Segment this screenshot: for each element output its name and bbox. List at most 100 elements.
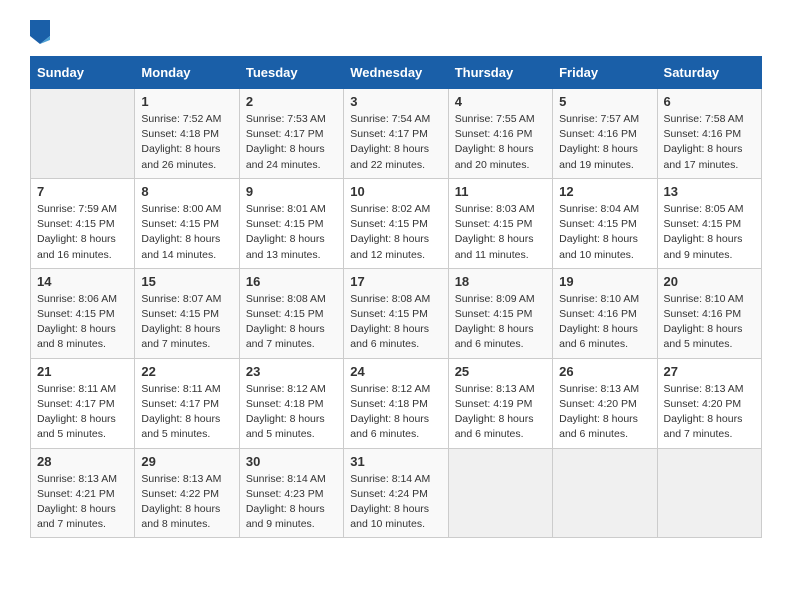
day-number: 31 — [350, 454, 441, 469]
calendar-cell: 17 Sunrise: 8:08 AMSunset: 4:15 PMDayligh… — [344, 268, 448, 358]
day-info: Sunrise: 7:57 AMSunset: 4:16 PMDaylight:… — [559, 112, 650, 173]
day-info: Sunrise: 8:07 AMSunset: 4:15 PMDaylight:… — [141, 292, 232, 353]
day-number: 26 — [559, 364, 650, 379]
calendar-week-row: 21 Sunrise: 8:11 AMSunset: 4:17 PMDayligh… — [31, 358, 762, 448]
day-info: Sunrise: 8:11 AMSunset: 4:17 PMDaylight:… — [141, 382, 232, 443]
day-info: Sunrise: 8:08 AMSunset: 4:15 PMDaylight:… — [246, 292, 337, 353]
day-number: 4 — [455, 94, 546, 109]
calendar-cell: 14 Sunrise: 8:06 AMSunset: 4:15 PMDayligh… — [31, 268, 135, 358]
day-info: Sunrise: 8:10 AMSunset: 4:16 PMDaylight:… — [559, 292, 650, 353]
day-number: 22 — [141, 364, 232, 379]
calendar-cell: 9Sunrise: 8:01 AMSunset: 4:15 PMDaylight… — [239, 178, 343, 268]
day-info: Sunrise: 8:12 AMSunset: 4:18 PMDaylight:… — [246, 382, 337, 443]
calendar-cell — [31, 89, 135, 179]
calendar-cell: 11 Sunrise: 8:03 AMSunset: 4:15 PMDayligh… — [448, 178, 552, 268]
calendar-cell: 6 Sunrise: 7:58 AMSunset: 4:16 PMDaylight… — [657, 89, 761, 179]
calendar-cell: 27 Sunrise: 8:13 AMSunset: 4:20 PMDayligh… — [657, 358, 761, 448]
calendar-cell: 31 Sunrise: 8:14 AMSunset: 4:24 PMDayligh… — [344, 448, 448, 538]
day-number: 11 — [455, 184, 546, 199]
calendar-cell: 19Sunrise: 8:10 AMSunset: 4:16 PMDayligh… — [553, 268, 657, 358]
day-info: Sunrise: 8:13 AMSunset: 4:21 PMDaylight:… — [37, 472, 128, 533]
day-number: 12 — [559, 184, 650, 199]
day-number: 8 — [141, 184, 232, 199]
day-number: 30 — [246, 454, 337, 469]
page-header — [30, 20, 762, 46]
day-info: Sunrise: 7:59 AMSunset: 4:15 PMDaylight:… — [37, 202, 128, 263]
day-number: 20 — [664, 274, 755, 289]
day-header-sunday: Sunday — [31, 57, 135, 89]
day-info: Sunrise: 7:52 AMSunset: 4:18 PMDaylight:… — [141, 112, 232, 173]
day-number: 5 — [559, 94, 650, 109]
day-number: 14 — [37, 274, 128, 289]
day-number: 27 — [664, 364, 755, 379]
day-header-monday: Monday — [135, 57, 239, 89]
day-info: Sunrise: 7:55 AMSunset: 4:16 PMDaylight:… — [455, 112, 546, 173]
day-info: Sunrise: 8:09 AMSunset: 4:15 PMDaylight:… — [455, 292, 546, 353]
day-number: 17 — [350, 274, 441, 289]
day-info: Sunrise: 8:14 AMSunset: 4:23 PMDaylight:… — [246, 472, 337, 533]
logo-icon — [30, 20, 50, 44]
calendar-week-row: 7 Sunrise: 7:59 AMSunset: 4:15 PMDaylight… — [31, 178, 762, 268]
day-number: 6 — [664, 94, 755, 109]
day-header-wednesday: Wednesday — [344, 57, 448, 89]
calendar-cell: 28 Sunrise: 8:13 AMSunset: 4:21 PMDayligh… — [31, 448, 135, 538]
calendar-cell: 24 Sunrise: 8:12 AMSunset: 4:18 PMDayligh… — [344, 358, 448, 448]
calendar-week-row: 28 Sunrise: 8:13 AMSunset: 4:21 PMDayligh… — [31, 448, 762, 538]
day-info: Sunrise: 8:05 AMSunset: 4:15 PMDaylight:… — [664, 202, 755, 263]
day-header-thursday: Thursday — [448, 57, 552, 89]
day-info: Sunrise: 8:03 AMSunset: 4:15 PMDaylight:… — [455, 202, 546, 263]
day-number: 16 — [246, 274, 337, 289]
calendar-cell: 10Sunrise: 8:02 AMSunset: 4:15 PMDayligh… — [344, 178, 448, 268]
day-info: Sunrise: 8:12 AMSunset: 4:18 PMDaylight:… — [350, 382, 441, 443]
calendar-cell: 21 Sunrise: 8:11 AMSunset: 4:17 PMDayligh… — [31, 358, 135, 448]
day-info: Sunrise: 8:14 AMSunset: 4:24 PMDaylight:… — [350, 472, 441, 533]
calendar-cell: 13 Sunrise: 8:05 AMSunset: 4:15 PMDayligh… — [657, 178, 761, 268]
day-info: Sunrise: 8:01 AMSunset: 4:15 PMDaylight:… — [246, 202, 337, 263]
day-info: Sunrise: 8:06 AMSunset: 4:15 PMDaylight:… — [37, 292, 128, 353]
calendar-table: SundayMondayTuesdayWednesdayThursdayFrid… — [30, 56, 762, 538]
calendar-week-row: 14 Sunrise: 8:06 AMSunset: 4:15 PMDayligh… — [31, 268, 762, 358]
calendar-cell: 12 Sunrise: 8:04 AMSunset: 4:15 PMDayligh… — [553, 178, 657, 268]
day-info: Sunrise: 8:08 AMSunset: 4:15 PMDaylight:… — [350, 292, 441, 353]
calendar-cell: 18Sunrise: 8:09 AMSunset: 4:15 PMDayligh… — [448, 268, 552, 358]
calendar-cell: 16 Sunrise: 8:08 AMSunset: 4:15 PMDayligh… — [239, 268, 343, 358]
day-info: Sunrise: 8:04 AMSunset: 4:15 PMDaylight:… — [559, 202, 650, 263]
day-info: Sunrise: 8:11 AMSunset: 4:17 PMDaylight:… — [37, 382, 128, 443]
day-info: Sunrise: 8:00 AMSunset: 4:15 PMDaylight:… — [141, 202, 232, 263]
calendar-cell — [553, 448, 657, 538]
calendar-cell: 15Sunrise: 8:07 AMSunset: 4:15 PMDayligh… — [135, 268, 239, 358]
day-number: 21 — [37, 364, 128, 379]
day-number: 28 — [37, 454, 128, 469]
day-info: Sunrise: 7:58 AMSunset: 4:16 PMDaylight:… — [664, 112, 755, 173]
day-number: 25 — [455, 364, 546, 379]
calendar-cell: 29Sunrise: 8:13 AMSunset: 4:22 PMDayligh… — [135, 448, 239, 538]
day-info: Sunrise: 7:54 AMSunset: 4:17 PMDaylight:… — [350, 112, 441, 173]
day-number: 23 — [246, 364, 337, 379]
calendar-cell — [448, 448, 552, 538]
day-info: Sunrise: 8:13 AMSunset: 4:22 PMDaylight:… — [141, 472, 232, 533]
day-number: 7 — [37, 184, 128, 199]
calendar-cell: 1Sunrise: 7:52 AMSunset: 4:18 PMDaylight… — [135, 89, 239, 179]
day-info: Sunrise: 8:10 AMSunset: 4:16 PMDaylight:… — [664, 292, 755, 353]
calendar-cell: 20 Sunrise: 8:10 AMSunset: 4:16 PMDayligh… — [657, 268, 761, 358]
day-number: 13 — [664, 184, 755, 199]
day-number: 3 — [350, 94, 441, 109]
calendar-cell — [657, 448, 761, 538]
calendar-cell: 26Sunrise: 8:13 AMSunset: 4:20 PMDayligh… — [553, 358, 657, 448]
calendar-cell: 25Sunrise: 8:13 AMSunset: 4:19 PMDayligh… — [448, 358, 552, 448]
calendar-cell: 5 Sunrise: 7:57 AMSunset: 4:16 PMDaylight… — [553, 89, 657, 179]
calendar-cell: 30 Sunrise: 8:14 AMSunset: 4:23 PMDayligh… — [239, 448, 343, 538]
calendar-cell: 7 Sunrise: 7:59 AMSunset: 4:15 PMDaylight… — [31, 178, 135, 268]
calendar-cell: 22 Sunrise: 8:11 AMSunset: 4:17 PMDayligh… — [135, 358, 239, 448]
day-number: 2 — [246, 94, 337, 109]
day-number: 10 — [350, 184, 441, 199]
calendar-week-row: 1Sunrise: 7:52 AMSunset: 4:18 PMDaylight… — [31, 89, 762, 179]
calendar-header-row: SundayMondayTuesdayWednesdayThursdayFrid… — [31, 57, 762, 89]
day-header-tuesday: Tuesday — [239, 57, 343, 89]
day-info: Sunrise: 8:13 AMSunset: 4:20 PMDaylight:… — [664, 382, 755, 443]
calendar-cell: 4 Sunrise: 7:55 AMSunset: 4:16 PMDaylight… — [448, 89, 552, 179]
day-info: Sunrise: 7:53 AMSunset: 4:17 PMDaylight:… — [246, 112, 337, 173]
day-header-friday: Friday — [553, 57, 657, 89]
calendar-cell: 2 Sunrise: 7:53 AMSunset: 4:17 PMDaylight… — [239, 89, 343, 179]
day-number: 24 — [350, 364, 441, 379]
